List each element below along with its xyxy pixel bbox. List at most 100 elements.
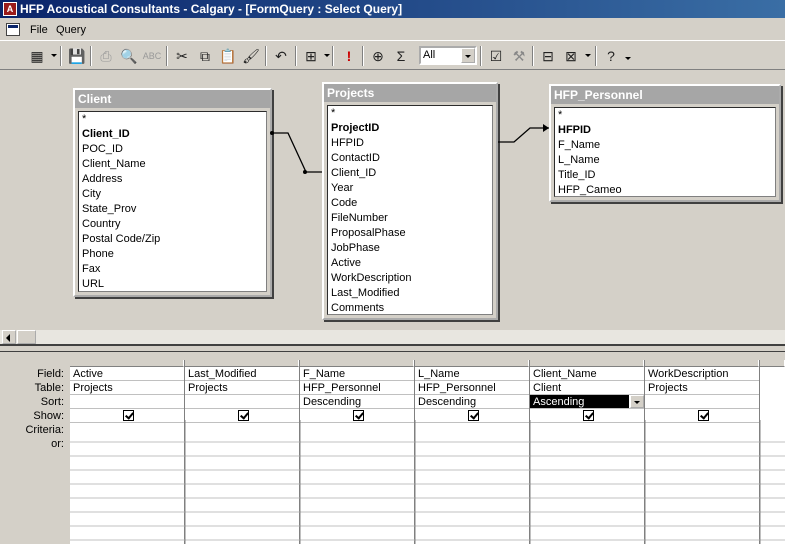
- field-item[interactable]: JobPhase: [328, 241, 492, 256]
- column-selector[interactable]: [300, 360, 414, 367]
- field-item[interactable]: Client_ID: [328, 166, 492, 181]
- view-icon[interactable]: ▦: [26, 45, 48, 67]
- table-cell[interactable]: Projects: [70, 381, 184, 395]
- field-item[interactable]: L_Name: [555, 153, 775, 168]
- field-item[interactable]: Last_Modified: [328, 286, 492, 301]
- field-item[interactable]: *: [328, 106, 492, 121]
- sort-cell[interactable]: [70, 395, 184, 409]
- field-item[interactable]: ProposalPhase: [328, 226, 492, 241]
- table-cell[interactable]: HFP_Personnel: [415, 381, 529, 395]
- sort-dropdown-icon[interactable]: [630, 395, 644, 408]
- view-dropdown-icon[interactable]: [51, 54, 57, 57]
- cut-icon[interactable]: ✂: [171, 45, 193, 67]
- field-item[interactable]: ProjectID: [328, 121, 492, 136]
- column-selector[interactable]: [70, 360, 184, 367]
- query-type-icon[interactable]: ⊞: [300, 45, 322, 67]
- properties-icon[interactable]: ☑: [485, 45, 507, 67]
- field-item[interactable]: Client_ID: [79, 127, 266, 142]
- field-item[interactable]: Phone: [79, 247, 266, 262]
- field-item[interactable]: Title_ID: [555, 168, 775, 183]
- help-icon[interactable]: ?: [600, 45, 622, 67]
- menu-query[interactable]: Query: [56, 19, 86, 41]
- field-item[interactable]: HFPID: [555, 123, 775, 138]
- show-cell[interactable]: [415, 409, 529, 423]
- field-item[interactable]: Fax: [79, 262, 266, 277]
- table-projects[interactable]: Projects * ProjectID HFPID ContactID Cli…: [322, 82, 498, 320]
- build-icon[interactable]: ⚒: [508, 45, 530, 67]
- field-cell[interactable]: Client_Name: [530, 367, 644, 381]
- spelling-icon[interactable]: ABC: [141, 45, 163, 67]
- field-item[interactable]: Year: [328, 181, 492, 196]
- show-cell[interactable]: [645, 409, 759, 423]
- field-item[interactable]: State_Prov: [79, 202, 266, 217]
- column-selector[interactable]: [760, 360, 785, 367]
- table-hfp-personnel[interactable]: HFP_Personnel * HFPID F_Name L_Name Titl…: [549, 84, 781, 202]
- access-app-icon[interactable]: A: [3, 2, 17, 16]
- query-type-dropdown-icon[interactable]: [324, 54, 330, 57]
- totals-icon[interactable]: Σ: [390, 45, 412, 67]
- sort-cell[interactable]: [645, 395, 759, 409]
- field-cell[interactable]: F_Name: [300, 367, 414, 381]
- sort-cell[interactable]: Ascending: [530, 395, 644, 409]
- new-object-icon[interactable]: ⊠: [560, 45, 582, 67]
- table-cell[interactable]: Client: [530, 381, 644, 395]
- sort-cell[interactable]: [185, 395, 299, 409]
- sort-cell[interactable]: Descending: [300, 395, 414, 409]
- top-values-combo[interactable]: All: [419, 46, 477, 65]
- query-window-icon[interactable]: [6, 23, 20, 36]
- field-item[interactable]: HFPID: [328, 136, 492, 151]
- show-checkbox[interactable]: [468, 410, 479, 421]
- column-selector[interactable]: [415, 360, 529, 367]
- field-item[interactable]: ContactID: [328, 151, 492, 166]
- field-item[interactable]: FileNumber: [328, 211, 492, 226]
- field-cell[interactable]: Last_Modified: [185, 367, 299, 381]
- run-icon[interactable]: !: [338, 45, 360, 67]
- column-selector[interactable]: [530, 360, 644, 367]
- undo-icon[interactable]: ↶: [270, 45, 292, 67]
- pane-splitter[interactable]: [0, 344, 785, 352]
- grid-column[interactable]: Active Projects: [70, 360, 185, 544]
- paste-icon[interactable]: 📋: [217, 45, 239, 67]
- field-item[interactable]: POC_ID: [79, 142, 266, 157]
- field-item[interactable]: URL: [79, 277, 266, 291]
- show-checkbox[interactable]: [238, 410, 249, 421]
- field-item[interactable]: Address: [79, 172, 266, 187]
- save-icon[interactable]: 💾: [66, 45, 88, 67]
- grid-column[interactable]: Last_Modified Projects: [185, 360, 300, 544]
- grid-column[interactable]: Client_Name Client Ascending: [530, 360, 645, 544]
- sort-cell[interactable]: Descending: [415, 395, 529, 409]
- grid-column[interactable]: L_Name HFP_Personnel Descending: [415, 360, 530, 544]
- field-item[interactable]: *: [79, 112, 266, 127]
- show-table-icon[interactable]: ⊕: [367, 45, 389, 67]
- table-pane-hscroll[interactable]: [0, 330, 785, 344]
- field-item[interactable]: Active: [328, 256, 492, 271]
- field-cell[interactable]: L_Name: [415, 367, 529, 381]
- copy-icon[interactable]: ⧉: [194, 45, 216, 67]
- table-title[interactable]: Client: [75, 90, 270, 108]
- menu-file[interactable]: File: [30, 19, 48, 41]
- grid-column[interactable]: F_Name HFP_Personnel Descending: [300, 360, 415, 544]
- show-checkbox[interactable]: [353, 410, 364, 421]
- field-item[interactable]: Comments: [328, 301, 492, 314]
- field-item[interactable]: City: [79, 187, 266, 202]
- scroll-thumb[interactable]: [17, 330, 36, 344]
- scroll-left-icon[interactable]: [2, 330, 16, 344]
- field-item[interactable]: F_Name: [555, 138, 775, 153]
- table-cell[interactable]: Projects: [185, 381, 299, 395]
- field-item[interactable]: Country: [79, 217, 266, 232]
- grid-column[interactable]: WorkDescription Projects: [645, 360, 760, 544]
- column-selector[interactable]: [645, 360, 759, 367]
- new-object-dropdown-icon[interactable]: [585, 54, 591, 57]
- show-cell[interactable]: [530, 409, 644, 423]
- show-checkbox[interactable]: [123, 410, 134, 421]
- field-item[interactable]: Code: [328, 196, 492, 211]
- grid-column[interactable]: [760, 360, 785, 544]
- show-cell[interactable]: [70, 409, 184, 423]
- table-title[interactable]: Projects: [324, 84, 496, 102]
- sort-combo-value[interactable]: Ascending: [530, 395, 629, 408]
- field-item[interactable]: HFP_Cameo: [555, 183, 775, 196]
- print-preview-icon[interactable]: 🔍: [118, 45, 140, 67]
- help-dropdown-icon[interactable]: [625, 57, 631, 60]
- field-cell[interactable]: Active: [70, 367, 184, 381]
- table-cell[interactable]: HFP_Personnel: [300, 381, 414, 395]
